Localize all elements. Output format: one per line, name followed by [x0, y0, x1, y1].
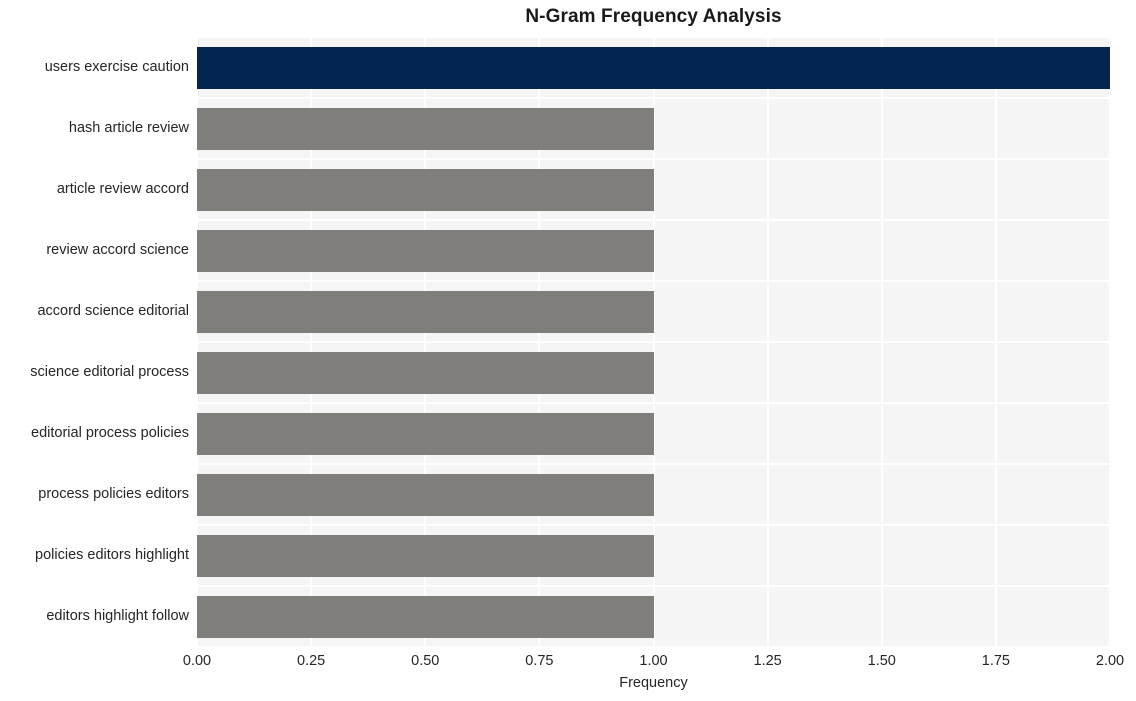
x-axis-tick-label: 1.50 — [867, 653, 896, 669]
bar[interactable] — [197, 351, 654, 394]
y-axis-tick-label: review accord science — [46, 241, 189, 258]
x-axis-tick-label: 1.00 — [639, 653, 668, 669]
gridline-horizontal — [197, 646, 1110, 647]
y-axis-tick-label: editors highlight follow — [46, 607, 189, 624]
x-axis-tick-label: 0.00 — [182, 653, 212, 669]
plot-area — [197, 37, 1110, 647]
x-axis-title: Frequency — [619, 675, 688, 691]
bar[interactable] — [197, 412, 654, 455]
chart-title: N-Gram Frequency Analysis — [525, 6, 782, 27]
gridline-horizontal — [197, 402, 1110, 404]
y-axis-tick-label: process policies editors — [38, 485, 189, 502]
gridline-horizontal — [197, 97, 1110, 99]
y-axis-tick-label: accord science editorial — [37, 302, 189, 319]
x-axis-tick-label: 0.75 — [525, 653, 554, 669]
x-axis-tick-label: 1.25 — [753, 653, 782, 669]
bar[interactable] — [197, 534, 654, 577]
y-axis-tick-label: editorial process policies — [31, 424, 189, 441]
bar[interactable] — [197, 473, 654, 516]
x-axis-tick-label: 0.25 — [297, 653, 326, 669]
gridline-horizontal — [197, 158, 1110, 160]
x-axis-tick-labels: 0.00 0.25 0.50 0.75 1.00 1.25 1.50 1.75 2.00 — [183, 652, 1124, 672]
chart-figure: N-Gram Frequency Analysis users exercise… — [0, 0, 1136, 701]
bar[interactable] — [197, 168, 654, 211]
gridline-horizontal — [197, 524, 1110, 526]
y-axis-tick-label: science editorial process — [30, 363, 189, 380]
x-axis-tick-label: 2.00 — [1095, 653, 1125, 669]
gridline-horizontal — [197, 37, 1110, 38]
x-axis-tick-label: 1.75 — [981, 653, 1010, 669]
bar[interactable] — [197, 46, 1110, 89]
y-axis-tick-label: policies editors highlight — [35, 546, 189, 563]
y-axis-tick-label: article review accord — [56, 180, 189, 197]
y-axis-tick-labels: users exercise caution hash article revie… — [0, 37, 189, 647]
gridline-horizontal — [197, 463, 1110, 465]
bar[interactable] — [197, 229, 654, 272]
y-axis-tick-label: hash article review — [68, 119, 189, 136]
bar[interactable] — [197, 290, 654, 333]
bar[interactable] — [197, 595, 654, 638]
y-axis-tick-label: users exercise caution — [44, 58, 189, 75]
bar[interactable] — [197, 107, 654, 150]
gridline-horizontal — [197, 341, 1110, 343]
gridline-horizontal — [197, 219, 1110, 221]
x-axis-tick-label: 0.50 — [411, 653, 440, 669]
gridline-horizontal — [197, 585, 1110, 587]
gridline-horizontal — [197, 280, 1110, 282]
